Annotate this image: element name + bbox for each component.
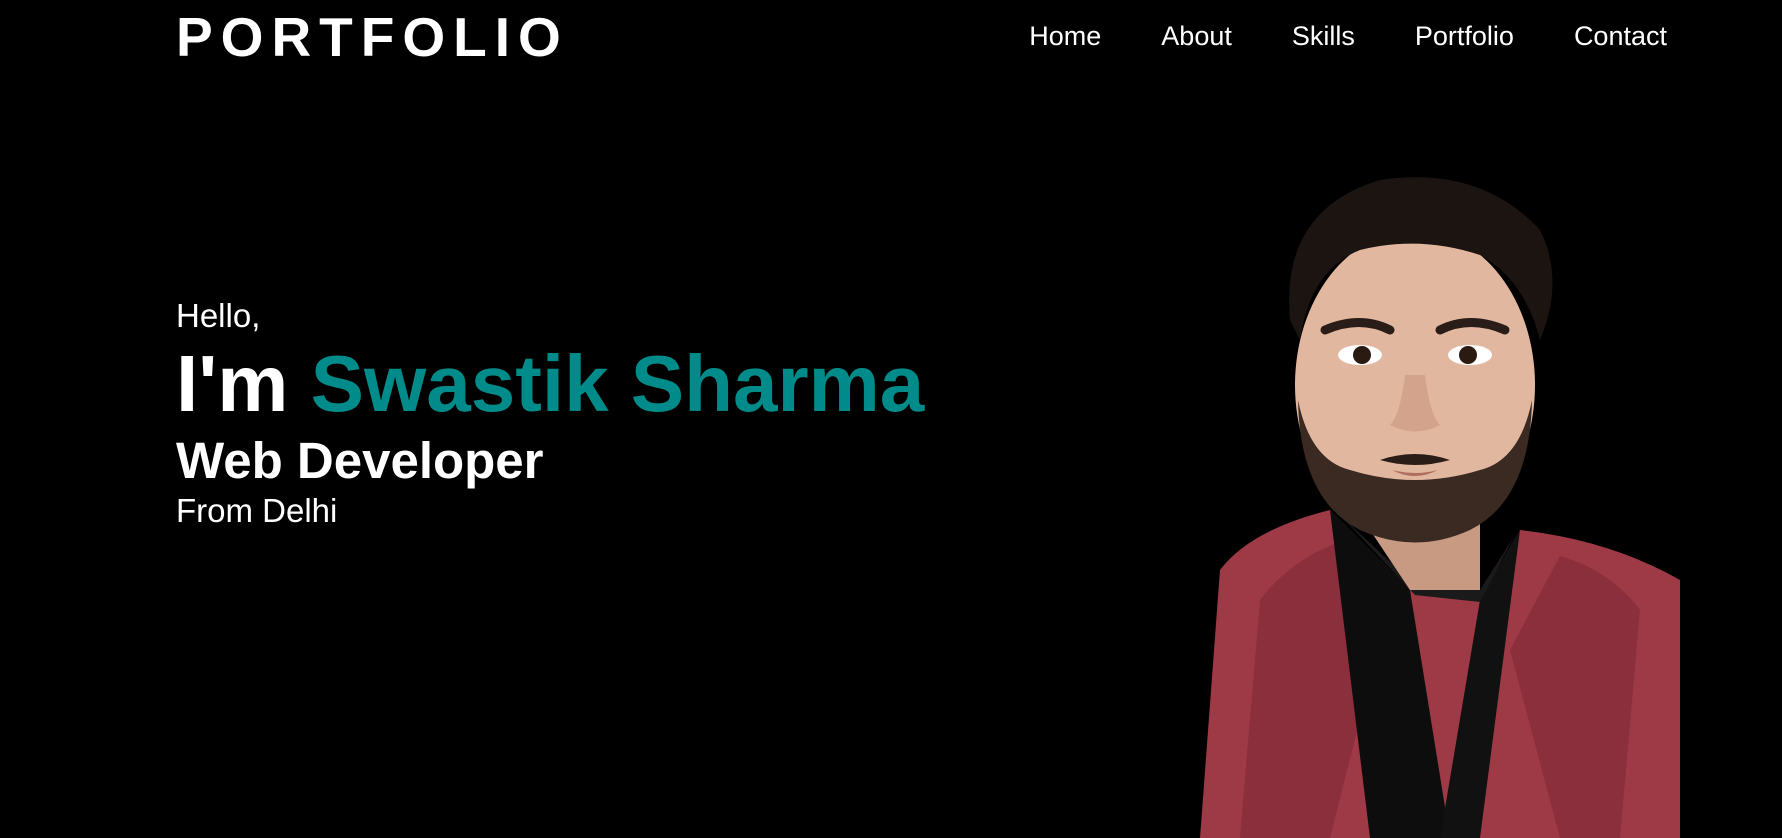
nav-menu: Home About Skills Portfolio Contact	[1029, 18, 1667, 54]
hero-location: From Delhi	[176, 492, 338, 529]
hero-name: Swastik Sharma	[310, 339, 925, 428]
hero-role: Web Developer	[176, 432, 544, 489]
profile-photo	[1180, 170, 1680, 838]
nav-link-about[interactable]: About	[1161, 18, 1232, 54]
hero-headline: I'm Swastik Sharma	[176, 336, 1076, 432]
brand-logo[interactable]: PORTFOLIO	[176, 8, 569, 66]
hero-greeting: Hello,	[176, 297, 261, 334]
navbar: PORTFOLIO Home About Skills Portfolio Co…	[0, 0, 1782, 74]
nav-link-contact[interactable]: Contact	[1574, 18, 1667, 54]
nav-link-portfolio[interactable]: Portfolio	[1415, 18, 1514, 54]
nav-link-skills[interactable]: Skills	[1292, 18, 1355, 54]
nav-link-home[interactable]: Home	[1029, 18, 1101, 54]
hero-intro-prefix: I'm	[176, 339, 289, 428]
hero-section: Hello, I'm Swastik Sharma Web Developer …	[176, 296, 1076, 532]
